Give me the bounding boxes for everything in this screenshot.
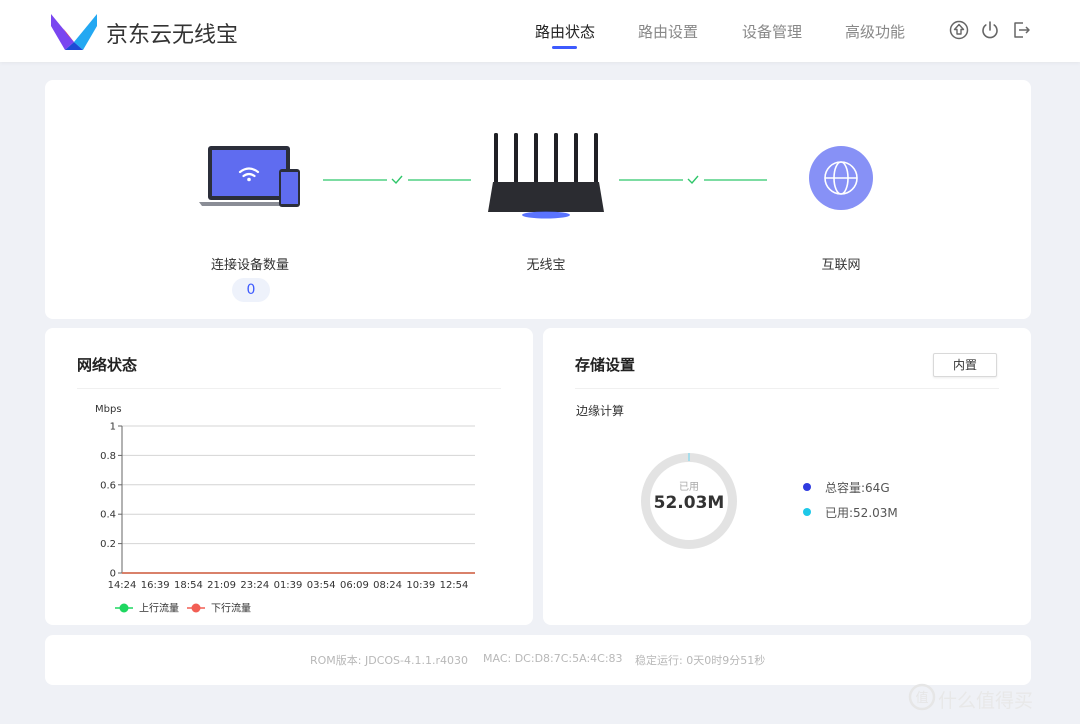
x-tick-label: 23:24 (240, 580, 269, 591)
uptime: 稳定运行: 0天0时9分51秒 (635, 654, 766, 667)
x-tick-label: 10:39 (406, 580, 435, 591)
card-divider (575, 388, 999, 389)
watermark-text: 什么值得买 (938, 690, 1034, 712)
storage-title: 存储设置 (575, 356, 636, 374)
smzdm-logo-icon: 值 (908, 683, 936, 711)
legend-label: 下行流量 (211, 602, 251, 615)
used-dot-icon (803, 508, 811, 516)
y-tick-label: 0.8 (100, 451, 116, 462)
power-icon[interactable] (979, 19, 1001, 41)
x-tick-label: 16:39 (141, 580, 170, 591)
x-tick-label: 12:54 (440, 580, 469, 591)
topology-card: 连接设备数量 0 无线宝 互联网 (45, 80, 1031, 319)
traffic-chart: Mbps 0 0.2 0.4 0.6 0.8 1 14:24 16:39 18:54 21:09 23… (95, 404, 475, 615)
edge-computing-label: 边缘计算 (576, 404, 625, 418)
link-status-devices (323, 175, 471, 185)
router-label: 无线宝 (526, 258, 566, 273)
y-tick-label: 0.6 (100, 480, 116, 491)
jdcloud-logo-icon (51, 14, 97, 50)
y-axis-unit-label: Mbps (95, 404, 122, 415)
nav-advanced[interactable]: 高级功能 (845, 21, 905, 42)
watermark-logo-text: 值 (915, 690, 928, 706)
network-status-card: 网络状态 Mbps 0 0.2 0.4 0.6 0.8 1 14:24 16:39 18:54 21… (45, 328, 533, 625)
donut-used-value: 52.03M (653, 493, 725, 513)
x-tick-label: 03:54 (307, 580, 336, 591)
x-tick-label: 06:09 (340, 580, 369, 591)
internet-globe-icon (809, 146, 873, 210)
footer-bar: ROM版本: JDCOS-4.1.1.r4030 MAC: DC:D8:7C:5… (45, 635, 1031, 685)
x-tick-label: 08:24 (373, 580, 402, 591)
upgrade-icon[interactable] (948, 19, 970, 41)
total-capacity-text: 总容量:64G (825, 481, 890, 495)
x-tick-label: 14:24 (108, 580, 137, 591)
builtin-storage-button[interactable]: 内置 (933, 353, 997, 377)
laptop-phone-icon (199, 146, 300, 207)
watermark: 值 什么值得买 (908, 680, 1076, 720)
devices-label: 连接设备数量 (210, 258, 289, 273)
storage-card: 存储设置 内置 边缘计算 已用 52.03M 总容量:64G 已用:52.03M (543, 328, 1031, 625)
y-tick-label: 1 (110, 422, 116, 433)
mac-address: MAC: DC:D8:7C:5A:4C:83 (483, 652, 623, 665)
link-status-internet (619, 175, 767, 185)
donut-used-label: 已用 (679, 482, 699, 493)
y-tick-label: 0 (110, 569, 116, 580)
rom-version: ROM版本: JDCOS-4.1.1.r4030 (310, 654, 469, 667)
x-tick-label: 18:54 (174, 580, 203, 591)
brand-title: 京东云无线宝 (106, 23, 239, 48)
devices-count-badge[interactable]: 0 (232, 278, 270, 302)
legend-dot-icon (119, 603, 129, 613)
nav-device-management[interactable]: 设备管理 (742, 21, 802, 42)
internet-label: 互联网 (821, 258, 861, 273)
legend-dot-icon (191, 603, 201, 613)
nav-active-indicator (552, 46, 577, 49)
nav-router-status[interactable]: 路由状态 (535, 21, 595, 42)
used-text: 已用:52.03M (825, 506, 898, 520)
total-dot-icon (803, 483, 811, 491)
top-navbar: 京东云无线宝 路由状态 路由设置 设备管理 高级功能 (0, 0, 1080, 62)
router-icon (488, 133, 604, 219)
logout-icon[interactable] (1010, 19, 1032, 41)
legend-label: 上行流量 (139, 602, 179, 615)
x-tick-label: 21:09 (207, 580, 236, 591)
x-tick-label: 01:39 (274, 580, 303, 591)
y-tick-label: 0.2 (100, 539, 116, 550)
y-tick-label: 0.4 (100, 510, 116, 521)
nav-router-settings[interactable]: 路由设置 (638, 21, 698, 42)
